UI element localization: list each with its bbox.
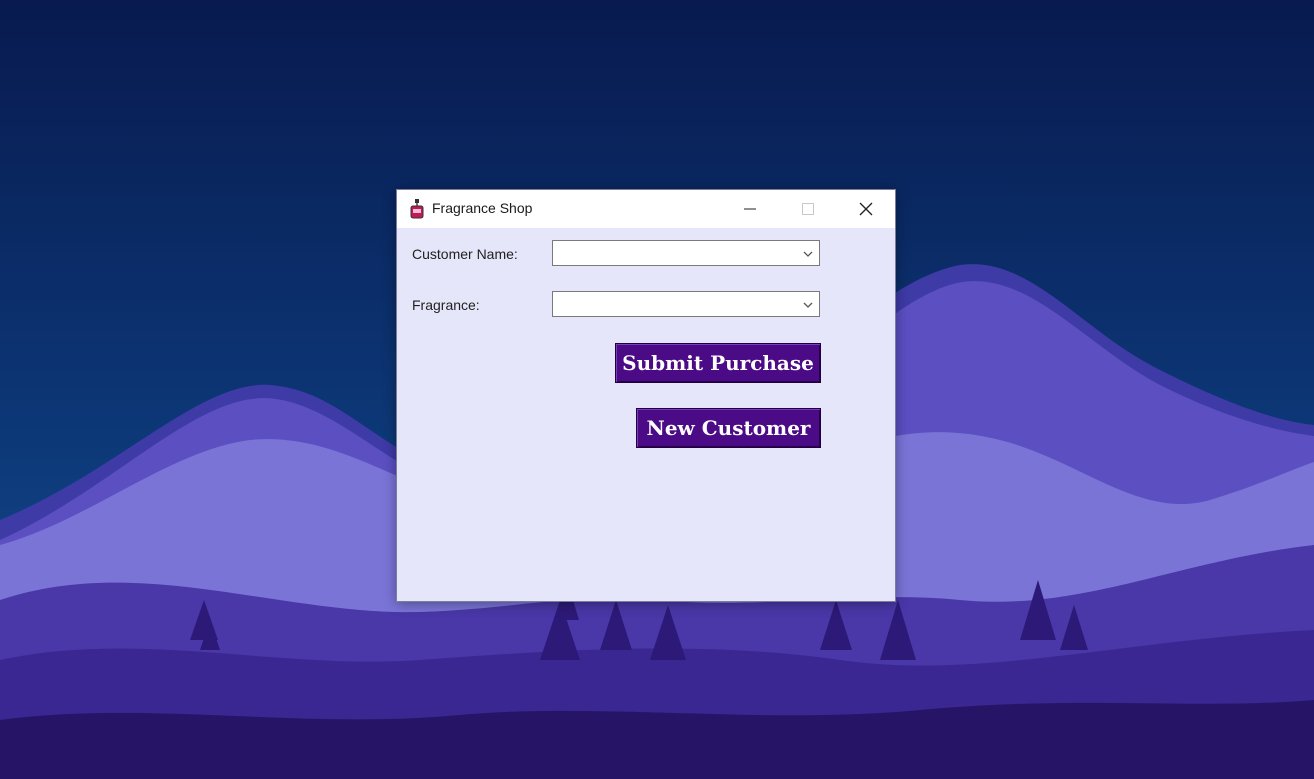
window-title: Fragrance Shop [432,200,533,216]
minimize-button[interactable] [727,190,773,228]
chevron-down-icon[interactable] [801,298,815,312]
close-icon [859,202,873,216]
chevron-down-icon[interactable] [801,247,815,261]
maximize-button[interactable] [785,190,831,228]
fragrance-shop-window: Fragrance Shop Customer Name: Fragrance: [396,189,896,602]
customer-name-combobox[interactable] [552,240,820,266]
minimize-icon [744,208,756,210]
perfume-bottle-icon [410,199,424,219]
customer-name-label: Customer Name: [412,246,518,262]
fragrance-label: Fragrance: [412,297,480,313]
maximize-icon [802,203,814,215]
submit-purchase-button[interactable]: Submit Purchase [615,343,821,383]
fragrance-combobox[interactable] [552,291,820,317]
title-bar[interactable]: Fragrance Shop [397,190,895,228]
close-button[interactable] [843,190,889,228]
new-customer-button[interactable]: New Customer [636,408,821,448]
